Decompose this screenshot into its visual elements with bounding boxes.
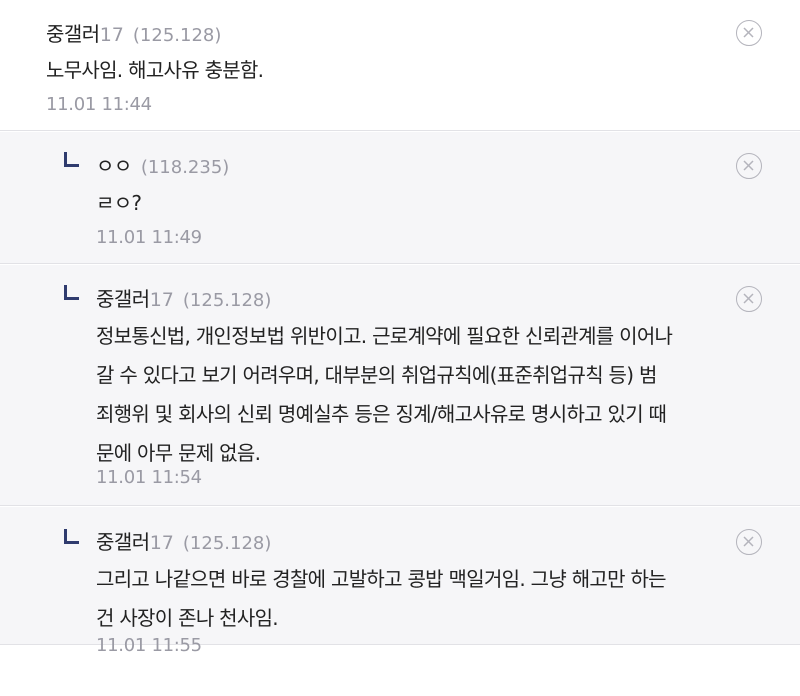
- ip-address: (125.128): [132, 25, 222, 46]
- close-circle-icon: [743, 160, 754, 171]
- delete-button[interactable]: [736, 286, 762, 312]
- comment-text: 정보통신법, 개인정보법 위반이고. 근로계약에 필요한 신뢰관계를 이어나 갈…: [96, 317, 673, 473]
- comment-timestamp: 11.01 11:44: [46, 94, 152, 115]
- comment-text-line: 갈 수 있다고 보기 어려우며, 대부분의 취업규칙에(표준취업규칙 등) 범: [96, 363, 657, 387]
- delete-button[interactable]: [736, 153, 762, 179]
- nickname-number: 17: [99, 24, 124, 46]
- comment-text-line: 그리고 나같으면 바로 경찰에 고발하고 콩밥 맥일거임. 그냥 해고만 하는: [96, 567, 667, 591]
- comment-timestamp: 11.01 11:54: [96, 467, 202, 488]
- comment-text: ㄹㅇ?: [96, 184, 142, 223]
- nickname-number: 17: [149, 532, 174, 554]
- comment-header: 중갤러 17 (125.128): [96, 526, 271, 555]
- comment-text-line: 노무사임. 해고사유 충분함.: [46, 58, 264, 82]
- comment-text: 노무사임. 해고사유 충분함.: [46, 51, 264, 90]
- comment-text-line: 죄행위 및 회사의 신뢰 명예실추 등은 징계/해고사유로 명시하고 있기 때: [96, 402, 667, 426]
- nickname[interactable]: 중갤러: [96, 283, 150, 312]
- reply-item: 중갤러 17 (125.128) 그리고 나같으면 바로 경찰에 고발하고 콩밥…: [0, 507, 800, 656]
- reply-arrow-icon: [64, 285, 79, 300]
- delete-button[interactable]: [736, 20, 762, 46]
- comment-list: 중갤러 17 (125.128) 노무사임. 해고사유 충분함. 11.01 1…: [0, 0, 800, 696]
- reply-arrow-icon: [64, 529, 79, 544]
- comment-timestamp: 11.01 11:55: [96, 635, 202, 656]
- close-circle-icon: [743, 536, 754, 547]
- nickname[interactable]: 중갤러: [46, 18, 100, 47]
- comment-header: 중갤러 17 (125.128): [46, 18, 221, 47]
- delete-button[interactable]: [736, 529, 762, 555]
- comment-text-line: 정보통신법, 개인정보법 위반이고. 근로계약에 필요한 신뢰관계를 이어나: [96, 324, 673, 348]
- comment-header: ㅇㅇ (118.235): [96, 150, 229, 179]
- reply-arrow-icon: [64, 152, 79, 167]
- nickname[interactable]: ㅇㅇ: [96, 150, 132, 179]
- reply-item: 중갤러 17 (125.128) 정보통신법, 개인정보법 위반이고. 근로계약…: [0, 265, 800, 506]
- nickname-number: 17: [149, 289, 174, 311]
- comment-text: 그리고 나같으면 바로 경찰에 고발하고 콩밥 맥일거임. 그냥 해고만 하는 …: [96, 560, 667, 638]
- nickname[interactable]: 중갤러: [96, 526, 150, 555]
- close-circle-icon: [743, 27, 754, 38]
- ip-address: (125.128): [182, 533, 272, 554]
- close-circle-icon: [743, 293, 754, 304]
- comment-text-line: ㄹㅇ?: [96, 191, 142, 215]
- comment-item: 중갤러 17 (125.128) 노무사임. 해고사유 충분함. 11.01 1…: [0, 0, 800, 131]
- ip-address: (118.235): [140, 157, 230, 178]
- comment-text-line: 건 사장이 존나 천사임.: [96, 606, 279, 630]
- comment-header: 중갤러 17 (125.128): [96, 283, 271, 312]
- comment-timestamp: 11.01 11:49: [96, 227, 202, 248]
- ip-address: (125.128): [182, 290, 272, 311]
- reply-item: ㅇㅇ (118.235) ㄹㅇ? 11.01 11:49: [0, 132, 800, 264]
